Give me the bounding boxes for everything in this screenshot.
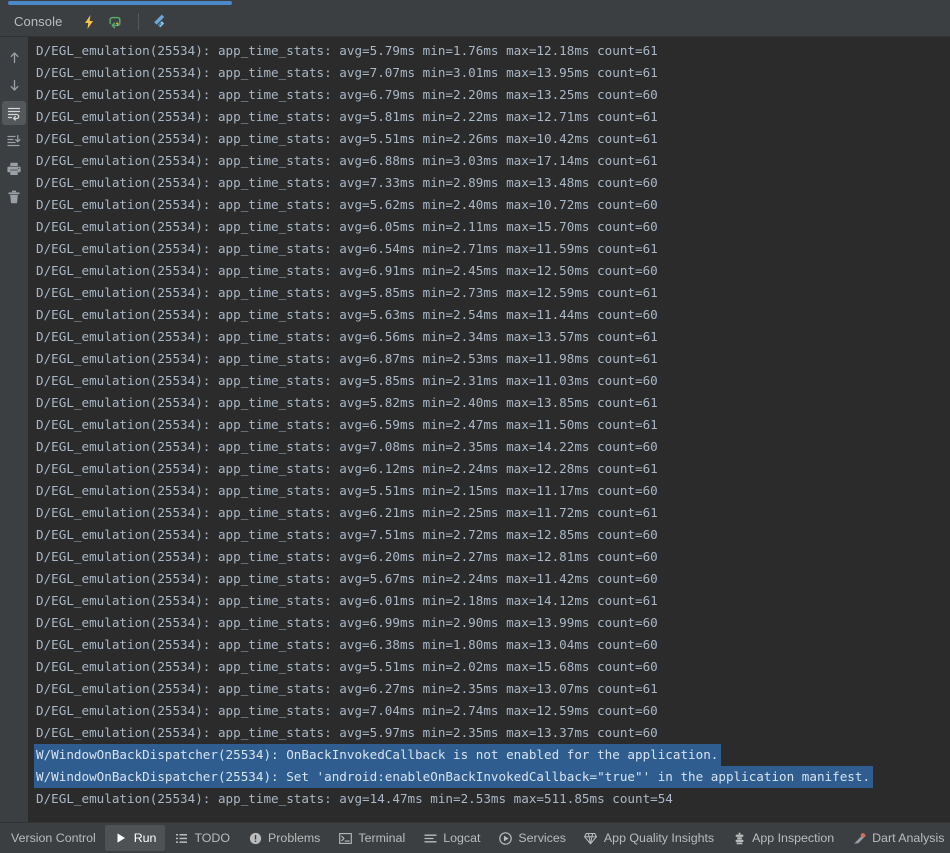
log-line[interactable]: D/EGL_emulation(25534): app_time_stats: … bbox=[34, 700, 950, 722]
todo-list-icon bbox=[174, 831, 188, 845]
log-line[interactable]: D/EGL_emulation(25534): app_time_stats: … bbox=[34, 84, 950, 106]
log-line[interactable]: D/EGL_emulation(25534): app_time_stats: … bbox=[34, 392, 950, 414]
hot-reload-icon[interactable] bbox=[104, 11, 126, 33]
console-body: D/EGL_emulation(25534): app_time_stats: … bbox=[0, 37, 950, 822]
console-output[interactable]: D/EGL_emulation(25534): app_time_stats: … bbox=[28, 37, 950, 822]
log-line[interactable]: D/EGL_emulation(25534): app_time_stats: … bbox=[34, 216, 950, 238]
scroll-to-end-icon[interactable] bbox=[2, 129, 26, 153]
status-item-label: App Quality Insights bbox=[603, 831, 715, 845]
run-play-icon bbox=[114, 831, 128, 845]
logcat-icon bbox=[423, 831, 437, 845]
log-line-list: D/EGL_emulation(25534): app_time_stats: … bbox=[34, 40, 950, 810]
status-item-version-control[interactable]: Version Control bbox=[2, 825, 105, 851]
status-item-label: Services bbox=[518, 831, 566, 845]
console-side-toolbar bbox=[0, 37, 28, 822]
log-line[interactable]: D/EGL_emulation(25534): app_time_stats: … bbox=[34, 480, 950, 502]
log-line[interactable]: D/EGL_emulation(25534): app_time_stats: … bbox=[34, 590, 950, 612]
log-line[interactable]: D/EGL_emulation(25534): app_time_stats: … bbox=[34, 282, 950, 304]
log-line[interactable]: D/EGL_emulation(25534): app_time_stats: … bbox=[34, 458, 950, 480]
terminal-icon bbox=[338, 831, 352, 845]
flutter-icon[interactable] bbox=[147, 11, 169, 33]
log-line[interactable]: D/EGL_emulation(25534): app_time_stats: … bbox=[34, 656, 950, 678]
dart-analysis-icon bbox=[852, 831, 866, 845]
status-item-app-inspection[interactable]: App Inspection bbox=[723, 825, 843, 851]
status-item-todo[interactable]: TODO bbox=[165, 825, 239, 851]
log-line[interactable]: W/WindowOnBackDispatcher(25534): Set 'an… bbox=[34, 766, 950, 788]
active-tool-window-accent bbox=[8, 1, 232, 5]
log-line[interactable]: D/EGL_emulation(25534): app_time_stats: … bbox=[34, 62, 950, 84]
log-line[interactable]: D/EGL_emulation(25534): app_time_stats: … bbox=[34, 524, 950, 546]
log-line[interactable]: D/EGL_emulation(25534): app_time_stats: … bbox=[34, 150, 950, 172]
log-line[interactable]: D/EGL_emulation(25534): app_time_stats: … bbox=[34, 304, 950, 326]
log-line[interactable]: D/EGL_emulation(25534): app_time_stats: … bbox=[34, 722, 950, 744]
log-line[interactable]: D/EGL_emulation(25534): app_time_stats: … bbox=[34, 568, 950, 590]
log-line[interactable]: D/EGL_emulation(25534): app_time_stats: … bbox=[34, 194, 950, 216]
lightning-icon[interactable] bbox=[78, 11, 100, 33]
log-line[interactable]: D/EGL_emulation(25534): app_time_stats: … bbox=[34, 348, 950, 370]
status-item-label: Run bbox=[133, 831, 157, 845]
status-item-terminal[interactable]: Terminal bbox=[329, 825, 414, 851]
log-line[interactable]: D/EGL_emulation(25534): app_time_stats: … bbox=[34, 370, 950, 392]
log-line[interactable]: D/EGL_emulation(25534): app_time_stats: … bbox=[34, 106, 950, 128]
status-item-dart-analysis[interactable]: Dart Analysis bbox=[843, 825, 950, 851]
bottom-status-bar: Version Control Run TODO Problems Terminal Lo… bbox=[0, 822, 950, 853]
status-item-label: Dart Analysis bbox=[872, 831, 945, 845]
log-line[interactable]: D/EGL_emulation(25534): app_time_stats: … bbox=[34, 260, 950, 282]
log-line[interactable]: D/EGL_emulation(25534): app_time_stats: … bbox=[34, 502, 950, 524]
print-icon[interactable] bbox=[2, 157, 26, 181]
status-item-label: Problems bbox=[268, 831, 321, 845]
log-line[interactable]: D/EGL_emulation(25534): app_time_stats: … bbox=[34, 172, 950, 194]
log-line[interactable]: D/EGL_emulation(25534): app_time_stats: … bbox=[34, 546, 950, 568]
toolbar-separator bbox=[138, 13, 140, 30]
status-item-problems[interactable]: Problems bbox=[239, 825, 329, 851]
app-quality-insights-icon bbox=[584, 831, 598, 845]
trash-icon[interactable] bbox=[2, 185, 26, 209]
status-item-label: Logcat bbox=[443, 831, 481, 845]
run-console-window: Console D/EGL_emulation(25534): app_time… bbox=[0, 0, 950, 853]
status-item-label: Version Control bbox=[11, 831, 96, 845]
console-header-toolbar: Console bbox=[0, 7, 950, 37]
soft-wrap-icon[interactable] bbox=[2, 101, 26, 125]
log-line[interactable]: D/EGL_emulation(25534): app_time_stats: … bbox=[34, 678, 950, 700]
log-line-text: W/WindowOnBackDispatcher(25534): OnBackI… bbox=[34, 744, 722, 766]
log-line[interactable]: D/EGL_emulation(25534): app_time_stats: … bbox=[34, 612, 950, 634]
log-line[interactable]: W/WindowOnBackDispatcher(25534): OnBackI… bbox=[34, 744, 950, 766]
status-item-run[interactable]: Run bbox=[104, 825, 166, 851]
log-line[interactable]: D/EGL_emulation(25534): app_time_stats: … bbox=[34, 40, 950, 62]
log-line[interactable]: D/EGL_emulation(25534): app_time_stats: … bbox=[34, 414, 950, 436]
services-icon bbox=[498, 831, 512, 845]
app-inspection-icon bbox=[732, 831, 746, 845]
log-line-text: W/WindowOnBackDispatcher(25534): Set 'an… bbox=[34, 766, 874, 788]
status-item-label: App Inspection bbox=[752, 831, 835, 845]
up-arrow-icon[interactable] bbox=[2, 45, 26, 69]
log-line[interactable]: D/EGL_emulation(25534): app_time_stats: … bbox=[34, 788, 950, 810]
down-arrow-icon[interactable] bbox=[2, 73, 26, 97]
status-item-label: TODO bbox=[194, 831, 231, 845]
status-item-app-quality-insights[interactable]: App Quality Insights bbox=[575, 825, 723, 851]
log-line[interactable]: D/EGL_emulation(25534): app_time_stats: … bbox=[34, 436, 950, 458]
log-line[interactable]: D/EGL_emulation(25534): app_time_stats: … bbox=[34, 128, 950, 150]
status-item-label: Terminal bbox=[358, 831, 406, 845]
log-line[interactable]: D/EGL_emulation(25534): app_time_stats: … bbox=[34, 238, 950, 260]
tab-console[interactable]: Console bbox=[14, 14, 62, 29]
log-line[interactable]: D/EGL_emulation(25534): app_time_stats: … bbox=[34, 634, 950, 656]
problems-warning-icon bbox=[248, 831, 262, 845]
top-accent-strip bbox=[0, 0, 950, 7]
status-item-services[interactable]: Services bbox=[489, 825, 575, 851]
log-line[interactable]: D/EGL_emulation(25534): app_time_stats: … bbox=[34, 326, 950, 348]
status-bar-items: Version Control Run TODO Problems Terminal Lo… bbox=[2, 825, 950, 851]
status-item-logcat[interactable]: Logcat bbox=[414, 825, 489, 851]
